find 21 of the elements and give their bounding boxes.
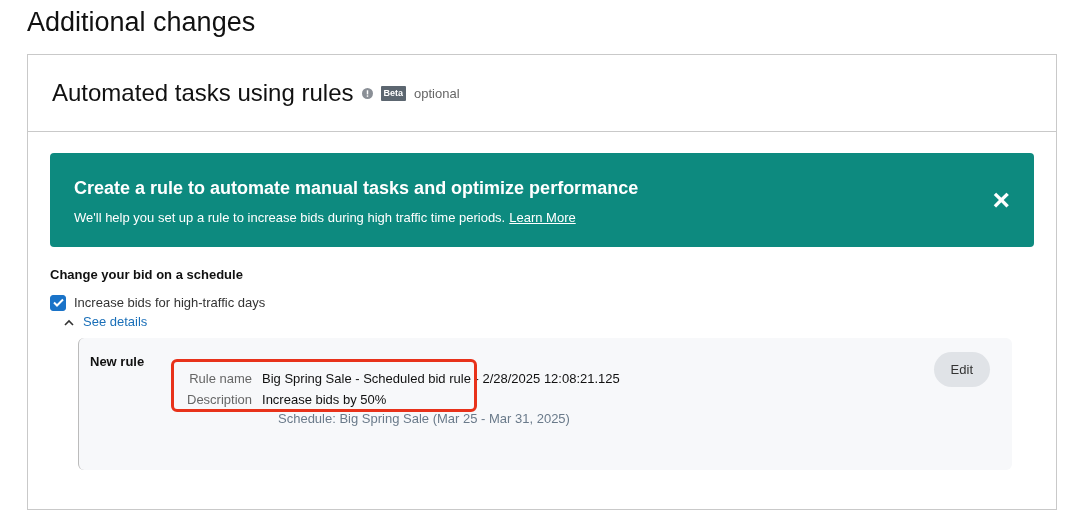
chevron-icon — [64, 318, 74, 326]
beta-badge: Beta — [380, 85, 406, 102]
schedule-text: Schedule: Big Spring Sale (Mar 25 - Mar 31, 2025) — [278, 410, 571, 429]
checkbox[interactable] — [50, 294, 66, 311]
info-icon[interactable] — [361, 87, 373, 99]
optional-label: optional — [414, 84, 460, 103]
page-title: Additional changes — [27, 6, 257, 39]
details-toggle[interactable]: See details — [50, 312, 148, 332]
section-title: Change your bid on a schedule — [50, 266, 244, 285]
option-label: Increase bids for high-traffic days — [74, 293, 266, 312]
field-label: Rule name — [188, 370, 253, 389]
field-label: Description — [187, 390, 253, 409]
rule-heading: New rule — [90, 352, 145, 371]
banner-text: We'll help you set up a rule to increase bids during high traffic time periods. Learn More — [74, 209, 577, 228]
field-value: Big Spring Sale - Scheduled bid rule - 2/28/2025 12:08:21.125 — [262, 370, 620, 389]
learn-more-link[interactable]: Learn More — [509, 210, 576, 226]
edit-button[interactable]: Edit — [933, 351, 990, 388]
card-title: Automated tasks using rules — [52, 79, 354, 108]
banner-title: Create a rule to automate manual tasks and optimize performance — [74, 177, 639, 201]
close-button[interactable]: × — [992, 185, 1010, 216]
field-value: Increase bids by 50% — [262, 390, 388, 409]
